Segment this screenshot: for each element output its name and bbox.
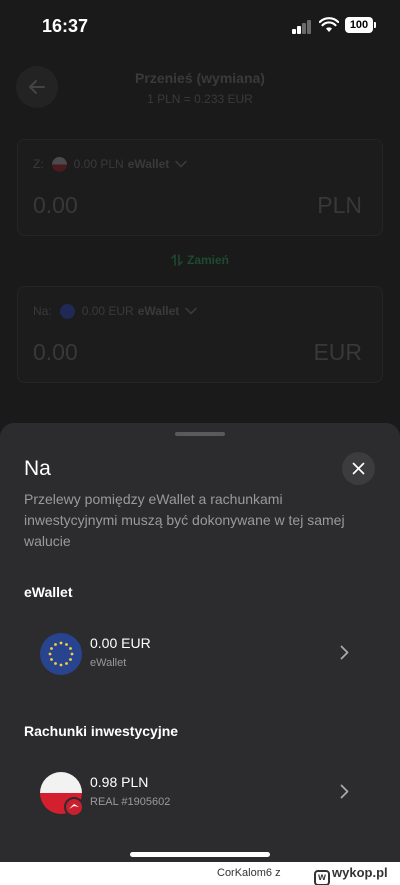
from-currency: PLN (317, 192, 362, 218)
sheet-description: Przelewy pomiędzy eWallet a rachunkami i… (24, 491, 345, 549)
from-account-selector[interactable]: Z: 0.00 PLN eWallet (33, 155, 188, 173)
sheet-drag-handle[interactable] (175, 432, 225, 436)
from-account-card[interactable]: Z: 0.00 PLN eWallet 0.00 PLN (17, 139, 383, 236)
from-label: Z: (33, 157, 44, 171)
battery-icon: 100 (345, 17, 373, 33)
app-screen: 16:37 100 Przenieś (wymiana) 1 PLN = 0.2… (0, 0, 400, 862)
account-item-real-pln[interactable]: 0.98 PLN REAL #1905602 (24, 764, 376, 820)
section-title-investment: Rachunki inwestycyjne (24, 723, 179, 739)
from-amount-input[interactable]: 0.00 (33, 192, 78, 219)
to-account-card[interactable]: Na: 0.00 EUR eWallet 0.00 EUR (17, 286, 383, 383)
poland-flag-icon (51, 156, 67, 172)
sheet-title: Na (24, 457, 51, 480)
watermark-footer: CorKalom6 z w wykop.pl (0, 862, 400, 885)
battery-tip (374, 22, 376, 28)
swap-label: Zamień (186, 253, 229, 267)
watermark-user: CorKalom6 z (217, 867, 281, 879)
from-wallet-name: eWallet (127, 157, 170, 171)
from-balance: 0.00 PLN (73, 157, 124, 171)
wykop-logo-icon: w (314, 870, 330, 885)
swap-button[interactable]: Zamień (0, 253, 400, 267)
section-title-ewallet: eWallet (24, 584, 73, 600)
to-amount-input[interactable]: 0.00 (33, 339, 78, 366)
broker-badge-icon (64, 797, 84, 817)
chevron-right-icon (340, 784, 349, 799)
status-bar: 16:37 100 (0, 0, 400, 52)
account-picker-sheet: Na Przelewy pomiędzy eWallet a rachunkam… (0, 423, 400, 862)
swap-icon (171, 254, 183, 266)
page-title: Przenieś (wymiana) (135, 70, 265, 86)
account-amount: 0.00 EUR (90, 635, 151, 651)
eu-flag-icon (40, 633, 82, 675)
to-balance: 0.00 EUR (81, 304, 134, 318)
to-currency: EUR (313, 339, 362, 365)
chevron-right-icon (340, 645, 349, 660)
to-account-selector[interactable]: Na: 0.00 EUR eWallet (33, 302, 198, 320)
eu-flag-icon (59, 303, 75, 319)
home-indicator[interactable] (130, 852, 270, 857)
close-icon (352, 462, 365, 475)
cellular-signal-icon (292, 20, 314, 34)
account-amount: 0.98 PLN (90, 774, 149, 790)
account-item-ewallet-eur[interactable]: 0.00 EUR eWallet (24, 625, 376, 681)
account-subtitle: REAL #1905602 (90, 796, 171, 808)
wifi-icon (319, 17, 339, 32)
chevron-down-icon (185, 307, 198, 315)
to-wallet-name: eWallet (137, 304, 180, 318)
wykop-logo: w wykop.pl (314, 865, 388, 885)
close-button[interactable] (342, 452, 375, 485)
status-time: 16:37 (42, 16, 89, 36)
to-label: Na: (33, 304, 52, 318)
account-subtitle: eWallet (90, 657, 127, 669)
exchange-rate: 1 PLN = 0.233 EUR (147, 92, 253, 106)
chevron-down-icon (175, 160, 188, 168)
